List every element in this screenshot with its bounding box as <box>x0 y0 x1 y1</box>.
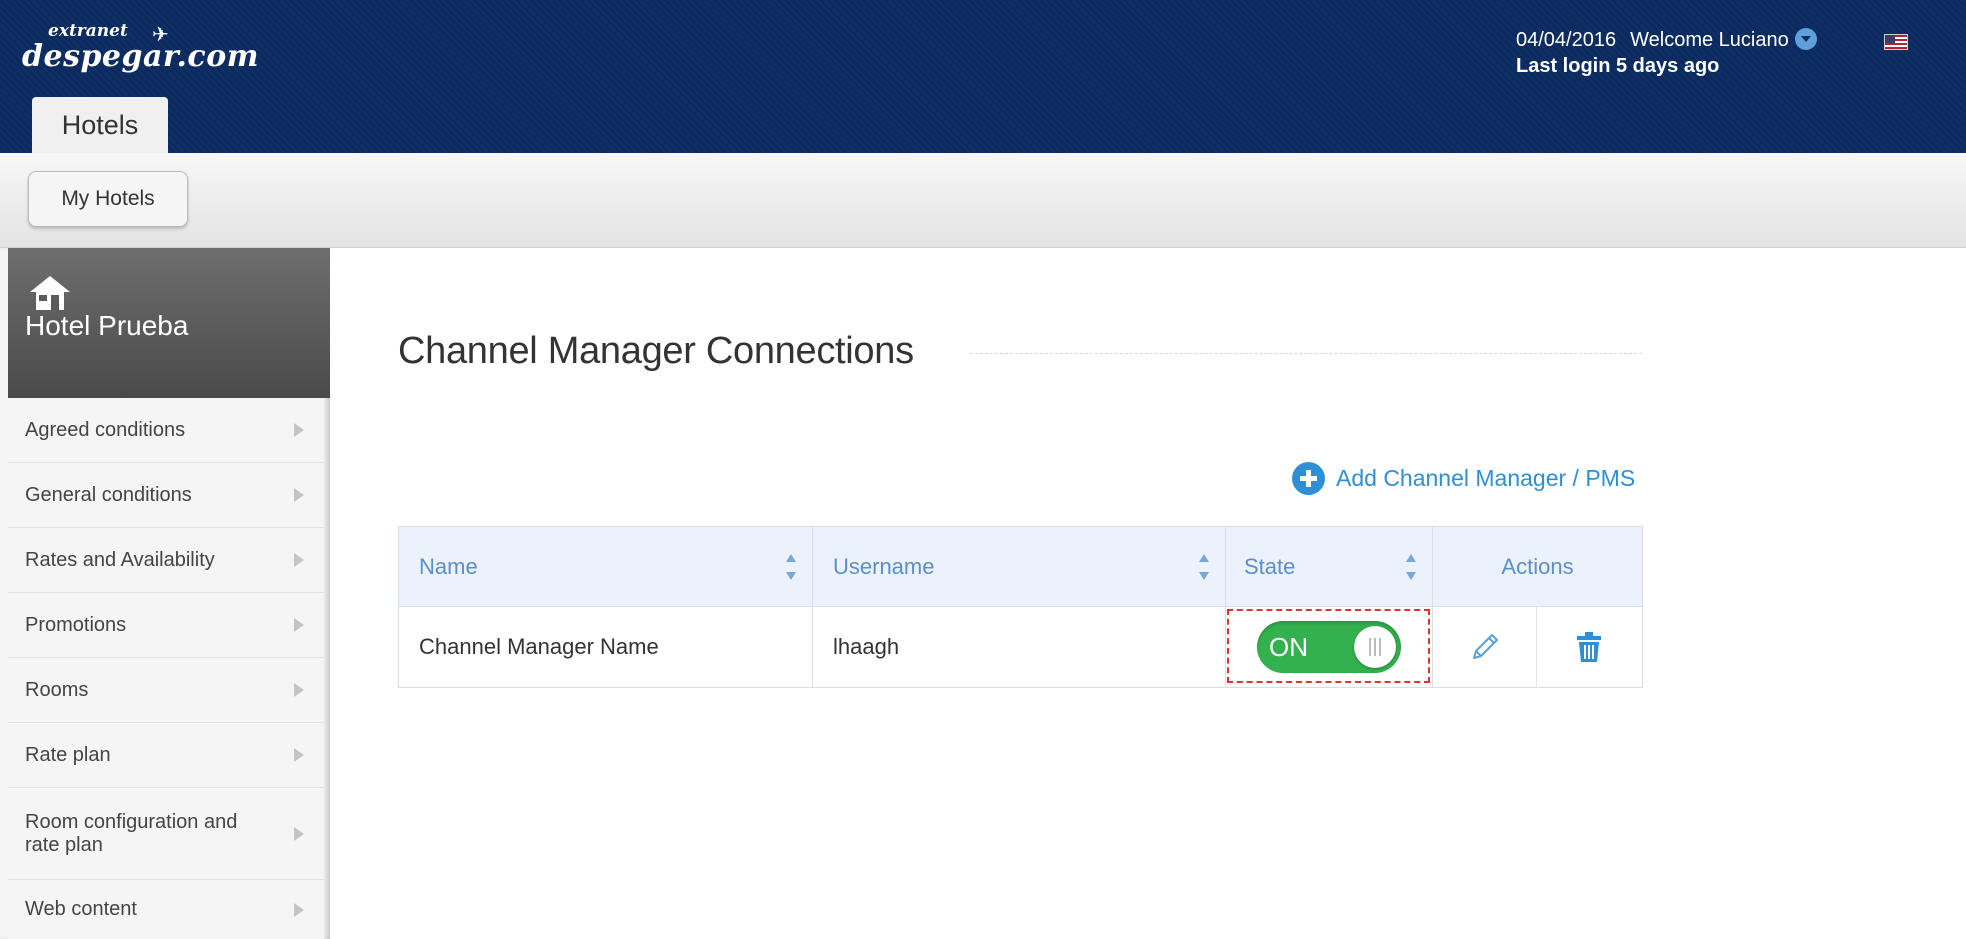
title-divider <box>970 353 1642 354</box>
table-row: Channel Manager Name lhaagh ON <box>399 607 1642 687</box>
edit-button[interactable] <box>1433 607 1537 687</box>
hotel-card: Hotel Prueba <box>8 248 330 398</box>
sidebar-item-agreed-conditions[interactable]: Agreed conditions <box>8 398 324 463</box>
toggle-knob[interactable] <box>1354 626 1396 668</box>
add-channel-manager-link[interactable]: Add Channel Manager / PMS <box>1292 462 1635 495</box>
sort-icon[interactable] <box>1406 553 1416 580</box>
cell-actions <box>1433 607 1642 687</box>
column-header-label: Username <box>833 553 935 579</box>
tab-hotels[interactable]: Hotels <box>32 97 168 153</box>
logo-brand-text: despegar.com <box>22 39 259 74</box>
chevron-right-icon <box>294 902 304 917</box>
plus-circle-icon <box>1292 462 1325 495</box>
my-hotels-button[interactable]: My Hotels <box>28 171 188 227</box>
state-toggle[interactable]: ON <box>1257 621 1401 673</box>
cell-state: ON <box>1226 607 1433 687</box>
column-header-name[interactable]: Name <box>399 527 813 606</box>
cell-name: Channel Manager Name <box>399 607 813 687</box>
sub-toolbar: My Hotels <box>0 153 1966 248</box>
trash-icon <box>1577 632 1601 662</box>
top-header: extranet despegar.com ✈ Hotels 04/04/201… <box>0 0 1966 153</box>
sidebar-item-label: Rates and Availability <box>25 548 215 571</box>
page-title: Channel Manager Connections <box>398 330 914 372</box>
sidebar-item-label: Rate plan <box>25 743 111 766</box>
current-date: 04/04/2016 <box>1516 29 1617 51</box>
column-header-label: Actions <box>1501 553 1574 579</box>
sidebar-item-web-content[interactable]: Web content <box>8 880 324 939</box>
sidebar: Hotel Prueba Agreed conditions General c… <box>0 248 330 939</box>
sidebar-item-promotions[interactable]: Promotions <box>8 593 324 658</box>
column-header-label: State <box>1244 553 1296 579</box>
sidebar-item-label: Room configuration and rate plan <box>25 810 238 856</box>
column-header-actions: Actions <box>1433 527 1642 606</box>
chevron-right-icon <box>294 488 304 502</box>
table-header-row: Name Username State Actions <box>399 527 1642 607</box>
cell-username: lhaagh <box>813 607 1226 687</box>
chevron-right-icon <box>294 618 304 632</box>
chevron-right-icon <box>294 553 304 567</box>
chevron-right-icon <box>294 683 304 697</box>
add-channel-manager-label: Add Channel Manager / PMS <box>1336 465 1636 491</box>
user-dropdown-icon[interactable] <box>1794 28 1817 50</box>
grip-icon <box>1369 638 1381 656</box>
chevron-right-icon <box>294 748 304 762</box>
despegar-logo[interactable]: extranet despegar.com ✈ <box>22 22 259 74</box>
us-flag-icon[interactable] <box>1884 34 1908 50</box>
sidebar-item-label: Rooms <box>25 678 89 701</box>
sidebar-nav: Agreed conditions General conditions Rat… <box>8 398 324 939</box>
plane-icon: ✈ <box>152 22 169 46</box>
column-header-username[interactable]: Username <box>813 527 1226 606</box>
connections-table: Name Username State Actions Channel Mana… <box>398 526 1643 688</box>
user-info: 04/04/2016 Welcome Luciano Last login 5 d… <box>1516 27 1817 79</box>
toggle-label: ON <box>1269 631 1308 662</box>
sidebar-item-rates-availability[interactable]: Rates and Availability <box>8 528 324 593</box>
column-header-label: Name <box>419 553 478 579</box>
house-icon <box>30 276 70 310</box>
welcome-text[interactable]: Welcome Luciano <box>1630 29 1789 51</box>
sort-icon[interactable] <box>1199 553 1209 580</box>
sidebar-item-label: Web content <box>25 898 137 920</box>
sidebar-item-rate-plan[interactable]: Rate plan <box>8 723 324 788</box>
sidebar-item-label: Promotions <box>25 613 127 636</box>
sidebar-item-room-configuration[interactable]: Room configuration and rate plan <box>8 788 324 880</box>
pencil-icon <box>1472 634 1498 659</box>
chevron-right-icon <box>294 423 304 437</box>
sidebar-item-label: General conditions <box>25 483 192 506</box>
sidebar-item-general-conditions[interactable]: General conditions <box>8 463 324 528</box>
delete-button[interactable] <box>1537 607 1641 687</box>
column-header-state[interactable]: State <box>1226 527 1433 606</box>
hotel-name: Hotel Prueba <box>25 310 189 341</box>
chevron-right-icon <box>294 826 304 841</box>
sidebar-item-label: Agreed conditions <box>25 418 186 441</box>
sidebar-item-rooms[interactable]: Rooms <box>8 658 324 723</box>
sort-icon[interactable] <box>786 553 796 580</box>
last-login-text: Last login 5 days ago <box>1516 55 1720 77</box>
